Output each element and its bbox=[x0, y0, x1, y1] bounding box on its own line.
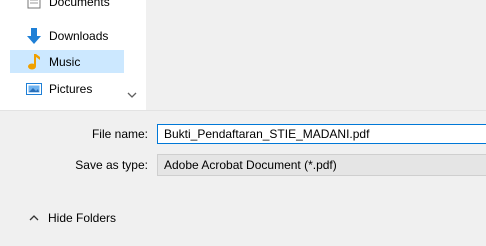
hide-folders-label: Hide Folders bbox=[48, 211, 117, 225]
nav-item-music[interactable]: Music bbox=[10, 50, 124, 73]
divider bbox=[0, 110, 486, 111]
file-name-input[interactable]: Bukti_Pendaftaran_STIE_MADANI.pdf bbox=[157, 124, 486, 144]
save-as-type-value: Adobe Acrobat Document (*.pdf) bbox=[164, 158, 337, 172]
navigation-pane: Documents Downloads Music Pictures bbox=[0, 0, 146, 110]
documents-icon bbox=[25, 0, 43, 11]
nav-item-documents[interactable]: Documents bbox=[10, 0, 124, 13]
download-icon bbox=[25, 27, 43, 45]
nav-item-label: Downloads bbox=[49, 28, 109, 43]
save-as-type-label: Save as type: bbox=[75, 158, 148, 172]
file-name-value: Bukti_Pendaftaran_STIE_MADANI.pdf bbox=[164, 127, 370, 141]
pictures-icon bbox=[25, 80, 43, 98]
hide-folders-button[interactable]: Hide Folders bbox=[28, 208, 116, 228]
save-as-type-select[interactable]: Adobe Acrobat Document (*.pdf) bbox=[157, 154, 486, 176]
nav-item-label: Music bbox=[49, 54, 81, 69]
music-icon bbox=[25, 53, 43, 71]
nav-item-pictures[interactable]: Pictures bbox=[10, 77, 124, 100]
nav-item-label: Pictures bbox=[49, 81, 93, 96]
chevron-up-icon bbox=[28, 212, 40, 224]
nav-item-downloads[interactable]: Downloads bbox=[10, 24, 124, 47]
chevron-down-icon[interactable] bbox=[125, 88, 139, 102]
nav-item-label: Documents bbox=[49, 0, 110, 9]
file-name-label: File name: bbox=[91, 127, 148, 141]
